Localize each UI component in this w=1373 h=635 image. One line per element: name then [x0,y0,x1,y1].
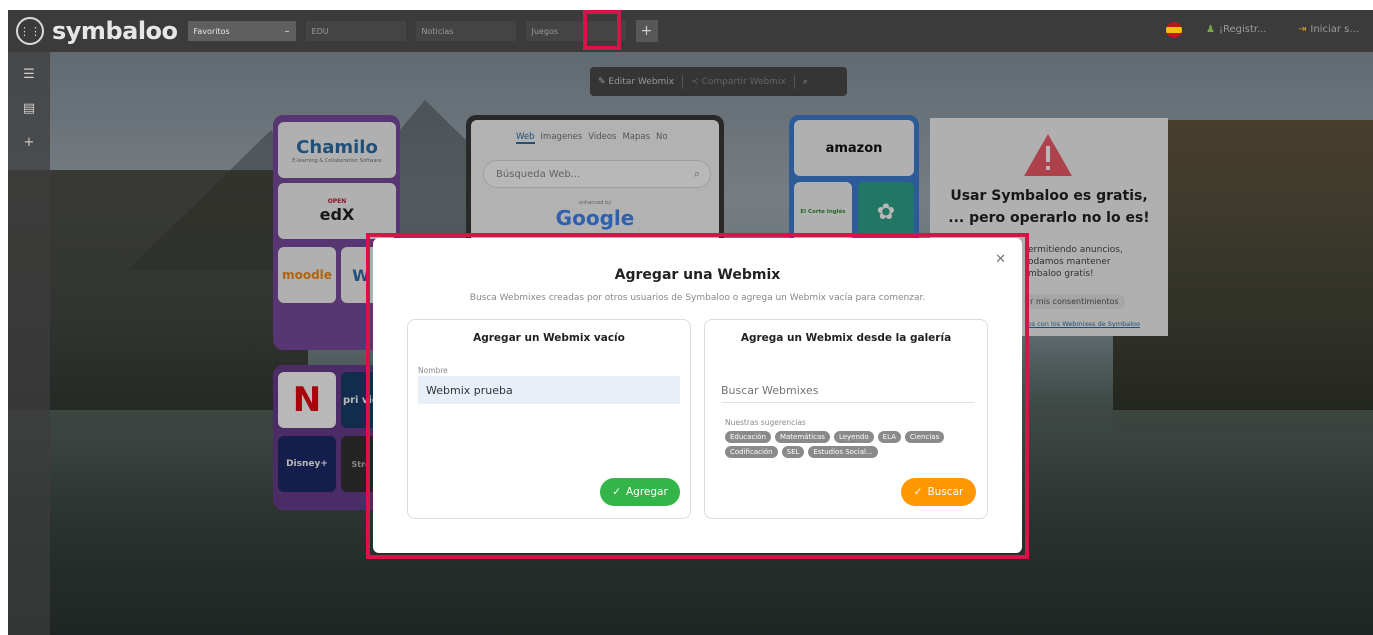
suggestion-chip[interactable]: Matemáticas [774,431,830,443]
gallery-webmix-heading: Agrega un Webmix desde la galería [740,332,952,344]
register-link[interactable]: ♟ ¡Registr... [1206,24,1267,35]
list-icon[interactable]: ☰ [19,64,39,84]
gallery-webmix-card: Agrega un Webmix desde la galería Nuestr… [704,319,988,519]
plus-icon: + [640,23,653,39]
check-icon: ✓ [913,486,923,498]
empty-webmix-card: Agregar un Webmix vacío Nombre ✓ Agregar [407,319,691,519]
add-button[interactable]: ✓ Agregar [600,478,680,506]
search-button-label: Buscar [927,486,964,498]
search-button[interactable]: ✓ Buscar [901,478,976,506]
tab-edu-label: EDU [311,26,329,36]
close-icon[interactable]: ✕ [995,252,1006,267]
tab-noticias[interactable]: Noticias [415,21,516,41]
symbaloo-logo[interactable]: symbaloo [52,17,178,45]
suggestion-chip[interactable]: ELA [877,431,901,443]
tab-juegos-label: Juegos [531,26,559,36]
modal-subtitle: Busca Webmixes creadas por otros usuario… [469,293,926,303]
modal-title: Agregar una Webmix [614,267,781,283]
login-label: Iniciar s... [1310,24,1359,35]
tab-favoritos-label: Favoritos [193,26,230,36]
login-icon: ⇥ [1298,24,1307,35]
sidebar: ☰ ▤ + [8,52,50,635]
spain-flag-icon[interactable] [1166,22,1182,38]
name-label: Nombre [418,366,448,375]
tab-noticias-label: Noticias [421,26,454,36]
webmix-search-input[interactable] [721,378,975,403]
suggestion-chip[interactable]: Leyendo [833,431,874,443]
add-tab-button[interactable]: + [635,20,658,42]
gallery-search-icon[interactable]: ▤ [19,98,39,118]
top-bar: ⋮⋮ symbaloo Favoritos – EDU Noticias Jue… [8,10,1373,52]
suggestion-chip[interactable]: Educación [725,431,771,443]
suggestion-chip[interactable]: Estudios Social... [808,446,878,458]
apps-grid-icon[interactable]: ⋮⋮ [16,17,44,45]
add-button-label: Agregar [626,486,668,498]
webmix-name-input[interactable] [418,376,680,404]
minus-icon[interactable]: – [285,26,290,37]
add-tab-highlight [583,10,621,50]
tab-favoritos[interactable]: Favoritos – [187,21,296,41]
tab-edu[interactable]: EDU [305,21,406,41]
suggestion-chips: Educación Matemáticas Leyendo ELA Cienci… [725,431,975,458]
suggestion-chip[interactable]: Ciencias [904,431,945,443]
user-icon: ♟ [1206,24,1215,35]
register-label: ¡Registr... [1218,24,1267,35]
check-icon: ✓ [612,486,621,498]
empty-webmix-heading: Agregar un Webmix vacío [473,332,625,344]
add-webmix-modal: ✕ Agregar una Webmix Busca Webmixes crea… [373,238,1022,553]
suggestion-chip[interactable]: Codificación [725,446,778,458]
suggestions-label: Nuestras sugerencias [725,418,806,427]
suggestion-chip[interactable]: SEL [781,446,805,458]
add-webmix-icon[interactable]: + [19,132,39,152]
login-link[interactable]: ⇥ Iniciar s... [1298,24,1359,35]
